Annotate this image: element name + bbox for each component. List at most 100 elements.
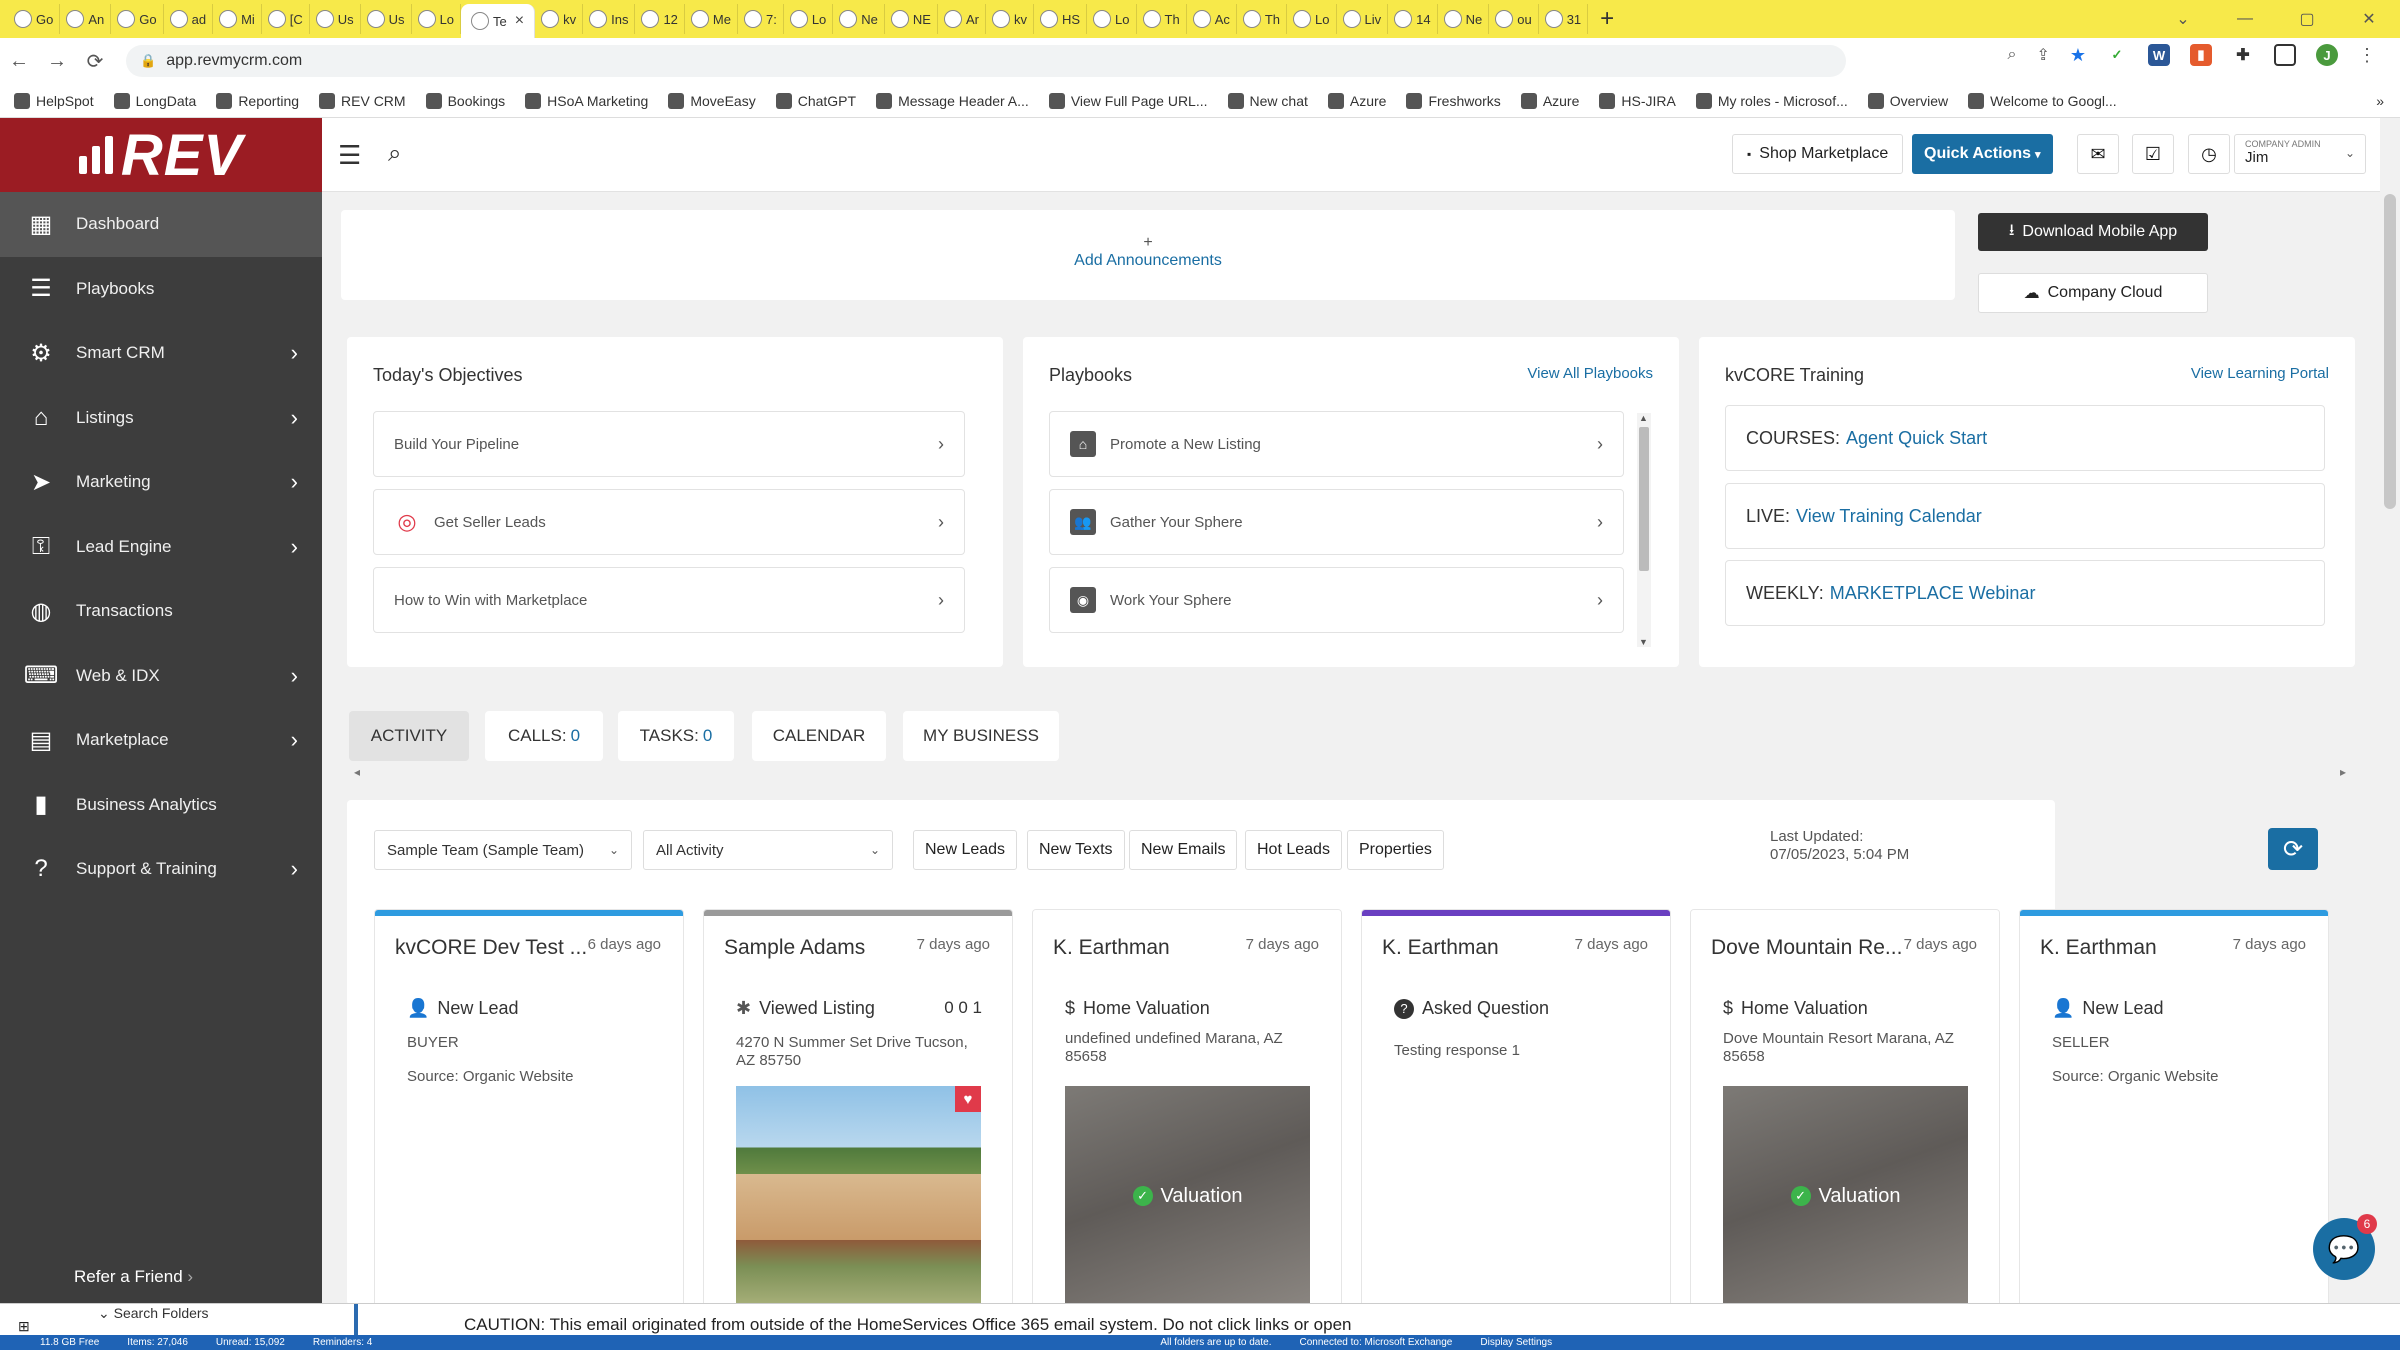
search-folders-item[interactable]: ⌄ Search Folders <box>98 1305 209 1322</box>
browser-tab[interactable]: NE <box>885 4 938 34</box>
download-mobile-app-button[interactable]: ⭳ Download Mobile App <box>1978 213 2208 251</box>
browser-tab[interactable]: Ac <box>1187 4 1237 34</box>
activity-card[interactable]: K. Earthman 7 days ago ? Asked Question T… <box>1361 909 1671 1309</box>
browser-tab[interactable]: Ne <box>1438 4 1490 34</box>
playbook-item[interactable]: ◉ Work Your Sphere › <box>1049 567 1624 633</box>
bookmark-item[interactable]: My roles - Microsof... <box>1695 92 1848 109</box>
side-panel-icon[interactable] <box>2274 44 2296 66</box>
browser-tab[interactable]: Us <box>310 4 361 34</box>
lead-name[interactable]: Sample Adams <box>724 936 865 960</box>
browser-tab[interactable]: 14 <box>1388 4 1438 34</box>
objective-item[interactable]: How to Win with Marketplace › <box>373 567 965 633</box>
mail-button[interactable]: ✉ <box>2077 134 2119 174</box>
browser-tab[interactable]: Lo <box>412 4 462 34</box>
scroll-down-icon[interactable]: ▼ <box>1639 637 1648 647</box>
listing-photo[interactable]: ♥ <box>736 1086 981 1306</box>
scroll-left-icon[interactable]: ◂ <box>354 765 360 779</box>
playbook-item[interactable]: ⌂ Promote a New Listing › <box>1049 411 1624 477</box>
heart-icon[interactable]: ♥ <box>955 1086 981 1112</box>
training-calendar-link[interactable]: View Training Calendar <box>1796 506 1982 527</box>
browser-tab[interactable]: Mi <box>213 4 262 34</box>
tab-activity[interactable]: ACTIVITY <box>349 711 469 761</box>
bookmark-item[interactable]: HS-JIRA <box>1599 92 1676 109</box>
user-menu[interactable]: COMPANY ADMIN Jim ⌄ <box>2234 134 2366 174</box>
search-icon[interactable]: ⌕ <box>388 140 401 168</box>
activity-select[interactable]: All Activity ⌄ <box>643 830 893 870</box>
new-tab-button[interactable]: + <box>1588 5 1626 33</box>
url-bar[interactable]: 🔒 app.revmycrm.com <box>126 45 1846 77</box>
lead-name[interactable]: kvCORE Dev Test ... <box>395 936 587 960</box>
lead-name[interactable]: K. Earthman <box>2040 936 2157 960</box>
extension-bottle-icon[interactable]: ▮ <box>2190 44 2212 66</box>
activity-card[interactable]: K. Earthman 7 days ago $ Home Valuation u… <box>1032 909 1342 1309</box>
objective-item[interactable]: Build Your Pipeline › <box>373 411 965 477</box>
browser-tab[interactable]: Lo <box>1087 4 1137 34</box>
browser-tab[interactable]: ou <box>1489 4 1539 34</box>
filter-new-texts-button[interactable]: New Texts <box>1027 830 1125 870</box>
browser-tab[interactable]: Me <box>685 4 738 34</box>
extension-w-icon[interactable]: W <box>2148 44 2170 66</box>
browser-tab[interactable]: 31 <box>1539 4 1589 34</box>
bookmark-item[interactable]: HelpSpot <box>14 92 94 109</box>
bookmark-item[interactable]: Bookings <box>425 92 505 109</box>
sidebar-item-listings[interactable]: ⌂ Listings › <box>0 386 322 451</box>
history-button[interactable]: ◷ <box>2188 134 2230 174</box>
browser-tab[interactable]: Ar <box>938 4 986 34</box>
zoom-icon[interactable]: ⌕ <box>2007 46 2016 64</box>
bookmark-item[interactable]: New chat <box>1227 92 1308 109</box>
filter-new-leads-button[interactable]: New Leads <box>913 830 1018 870</box>
team-select[interactable]: Sample Team (Sample Team) ⌄ <box>374 830 632 870</box>
sidebar-item-marketing[interactable]: ➤ Marketing › <box>0 450 322 515</box>
forward-icon[interactable]: → <box>38 50 76 73</box>
scrollbar-thumb[interactable] <box>2384 194 2396 509</box>
scrollbar-thumb[interactable] <box>1639 427 1649 571</box>
valuation-photo[interactable]: ✓ Valuation <box>1065 1086 1310 1306</box>
browser-tab[interactable]: Th <box>1137 4 1187 34</box>
sidebar-item-business-analytics[interactable]: ▮ Business Analytics <box>0 773 322 838</box>
bookmark-item[interactable]: Reporting <box>216 92 299 109</box>
close-tab-icon[interactable]: × <box>515 12 524 30</box>
browser-tab[interactable]: Us <box>361 4 412 34</box>
browser-tab[interactable]: ad <box>164 4 214 34</box>
refer-a-friend-link[interactable]: Refer a Friend › <box>74 1267 193 1287</box>
bookmark-item[interactable]: Azure <box>1520 92 1579 109</box>
browser-tab[interactable]: Te × <box>461 4 536 38</box>
browser-menu-icon[interactable]: ⋮ <box>2358 45 2376 66</box>
activity-card[interactable]: Sample Adams 7 days ago ✱ Viewed Listing … <box>703 909 1013 1309</box>
filter-properties-button[interactable]: Properties <box>1347 830 1444 870</box>
sidebar-item-web-idx[interactable]: ⌨ Web & IDX › <box>0 644 322 709</box>
bookmark-item[interactable]: LongData <box>113 92 196 109</box>
browser-tab[interactable]: Lo <box>784 4 834 34</box>
add-announcements-area[interactable]: + Add Announcements <box>341 210 1955 300</box>
browser-tab[interactable]: kv <box>535 4 584 34</box>
sidebar-item-smart-crm[interactable]: ⚙ Smart CRM › <box>0 321 322 386</box>
minimize-icon[interactable]: — <box>2214 10 2276 28</box>
tab-my-business[interactable]: MY BUSINESS <box>903 711 1059 761</box>
filter-new-emails-button[interactable]: New Emails <box>1129 830 1238 870</box>
browser-tab[interactable]: [C <box>262 4 310 34</box>
bookmark-item[interactable]: Message Header A... <box>876 92 1029 109</box>
browser-tab[interactable]: 7: <box>738 4 784 34</box>
view-learning-portal-link[interactable]: View Learning Portal <box>2191 365 2329 382</box>
browser-tab[interactable]: HS <box>1034 4 1088 34</box>
valuation-photo[interactable]: ✓ Valuation <box>1723 1086 1968 1306</box>
browser-tab[interactable]: Go <box>111 4 164 34</box>
agent-quick-start-link[interactable]: Agent Quick Start <box>1846 428 1987 449</box>
scroll-up-icon[interactable]: ▲ <box>1639 413 1648 423</box>
bookmark-item[interactable]: REV CRM <box>319 92 406 109</box>
back-icon[interactable]: ← <box>0 50 38 73</box>
bookmark-item[interactable]: Freshworks <box>1406 92 1501 109</box>
browser-tab[interactable]: 12 <box>635 4 685 34</box>
quick-actions-button[interactable]: Quick Actions ▾ <box>1912 134 2053 174</box>
sidebar-item-dashboard[interactable]: ▦ Dashboard <box>0 192 322 257</box>
close-window-icon[interactable]: ✕ <box>2338 9 2400 29</box>
activity-card[interactable]: kvCORE Dev Test ... 6 days ago 👤 New Lead… <box>374 909 684 1309</box>
bookmark-item[interactable]: View Full Page URL... <box>1048 92 1208 109</box>
sidebar-item-support-training[interactable]: ? Support & Training › <box>0 837 322 902</box>
bookmark-item[interactable]: HSoA Marketing <box>525 92 648 109</box>
tab-tasks[interactable]: TASKS: 0 <box>618 711 734 761</box>
refresh-button[interactable]: ⟳ <box>2268 828 2318 870</box>
bookmark-item[interactable]: MoveEasy <box>668 92 756 109</box>
page-scrollbar[interactable] <box>2380 192 2400 1303</box>
filter-hot-leads-button[interactable]: Hot Leads <box>1245 830 1342 870</box>
